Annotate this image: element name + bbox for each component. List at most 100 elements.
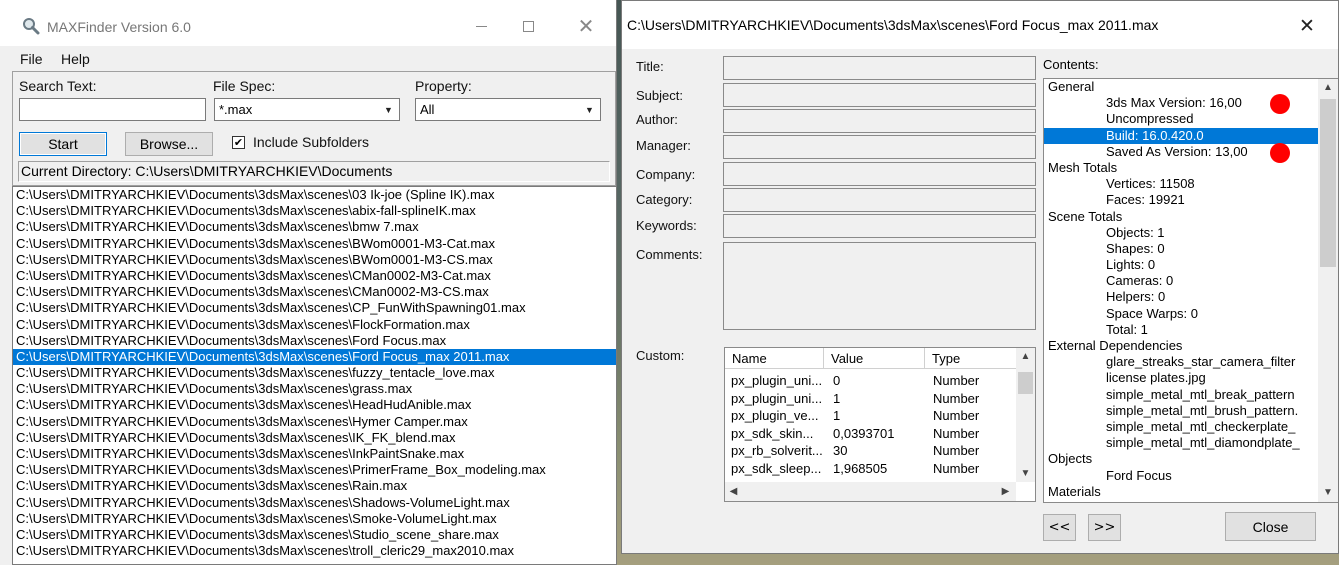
file-list-item[interactable]: C:\Users\DMITRYARCHKIEV\Documents\3dsMax… (13, 317, 616, 333)
column-header-value[interactable]: Value (824, 348, 925, 369)
close-dialog-button[interactable]: Close (1225, 512, 1316, 541)
manager-label: Manager: (636, 138, 691, 153)
chevron-down-icon[interactable]: ▼ (380, 101, 397, 118)
search-text-input[interactable] (19, 98, 206, 121)
tree-item[interactable]: Uncompressed (1044, 111, 1318, 127)
tree-item[interactable]: Total: 1 (1044, 322, 1318, 338)
file-list-item[interactable]: C:\Users\DMITRYARCHKIEV\Documents\3dsMax… (13, 462, 616, 478)
file-list-item[interactable]: C:\Users\DMITRYARCHKIEV\Documents\3dsMax… (13, 348, 616, 366)
file-list-item[interactable]: C:\Users\DMITRYARCHKIEV\Documents\3dsMax… (13, 430, 616, 446)
file-list-item[interactable]: C:\Users\DMITRYARCHKIEV\Documents\3dsMax… (13, 268, 616, 284)
menu-help[interactable]: Help (61, 51, 90, 67)
chevron-down-icon[interactable]: ▼ (581, 101, 598, 118)
title-bar[interactable]: MAXFinder Version 6.0 ✕ (0, 0, 616, 46)
file-list-item[interactable]: C:\Users\DMITRYARCHKIEV\Documents\3dsMax… (13, 252, 616, 268)
tree-item[interactable]: simple_metal_mtl_break_pattern (1044, 387, 1318, 403)
current-directory: Current Directory: C:\Users\DMITRYARCHKI… (18, 161, 610, 182)
tree-item-label: Helpers: 0 (1106, 289, 1166, 305)
tree-item[interactable]: Space Warps: 0 (1044, 306, 1318, 322)
menu-file[interactable]: File (20, 51, 43, 67)
contents-tree-rows: General 3ds Max Version: 16,00 Uncompresse… (1044, 79, 1318, 502)
contents-tree[interactable]: General 3ds Max Version: 16,00 Uncompresse… (1043, 78, 1338, 503)
start-button[interactable]: Start (19, 132, 107, 156)
maximize-button[interactable] (505, 10, 551, 42)
tree-group[interactable]: External Dependencies (1044, 338, 1318, 354)
previous-button[interactable]: << (1043, 514, 1076, 541)
minimize-button[interactable] (458, 10, 504, 42)
tree-group[interactable]: Scene Totals (1044, 209, 1318, 225)
tree-item[interactable]: 3ds Max Version: 16,00 (1044, 94, 1318, 115)
scroll-down-icon[interactable]: ▼ (1318, 484, 1338, 501)
scroll-down-icon[interactable]: ▼ (1016, 465, 1035, 482)
tree-item[interactable]: Shapes: 0 (1044, 241, 1318, 257)
file-list-item[interactable]: C:\Users\DMITRYARCHKIEV\Documents\3dsMax… (13, 478, 616, 494)
file-list-item[interactable]: C:\Users\DMITRYARCHKIEV\Documents\3dsMax… (13, 397, 616, 413)
tree-item[interactable]: simple_metal_mtl_diamondplate_ (1044, 435, 1318, 451)
scroll-thumb[interactable] (1018, 372, 1033, 394)
file-list-item[interactable]: C:\Users\DMITRYARCHKIEV\Documents\3dsMax… (13, 414, 616, 430)
file-list-item[interactable]: C:\Users\DMITRYARCHKIEV\Documents\3dsMax… (13, 527, 616, 543)
tree-item[interactable]: Build: 16.0.420.0 (1044, 127, 1318, 144)
file-list-item[interactable]: C:\Users\DMITRYARCHKIEV\Documents\3dsMax… (13, 333, 616, 349)
tree-item[interactable]: Faces: 19921 (1044, 192, 1318, 208)
file-list-item[interactable]: C:\Users\DMITRYARCHKIEV\Documents\3dsMax… (13, 446, 616, 462)
tree-item[interactable]: Ford Focus (1044, 468, 1318, 484)
scroll-up-icon[interactable]: ▲ (1318, 79, 1338, 96)
custom-property-row[interactable]: px_plugin_uni... 0 Number (725, 372, 1016, 390)
file-list-item[interactable]: C:\Users\DMITRYARCHKIEV\Documents\3dsMax… (13, 219, 616, 235)
tree-group[interactable]: Mesh Totals (1044, 160, 1318, 176)
tree-group[interactable]: General (1044, 79, 1318, 95)
column-header-name[interactable]: Name (725, 348, 824, 369)
custom-properties-grid[interactable]: Name Value Type px_plugin_uni... 0 Number p… (724, 347, 1036, 502)
column-header-type[interactable]: Type (925, 348, 1016, 369)
file-list-item[interactable]: C:\Users\DMITRYARCHKIEV\Documents\3dsMax… (13, 381, 616, 397)
tree-item-label: simple_metal_mtl_checkerplate_ (1106, 418, 1296, 434)
tree-item[interactable]: Vertices: 11508 (1044, 176, 1318, 192)
scroll-up-icon[interactable]: ▲ (1016, 348, 1035, 365)
tree-item[interactable]: Lights: 0 (1044, 257, 1318, 273)
next-button[interactable]: >> (1088, 514, 1121, 541)
tree-group[interactable]: Materials (1044, 484, 1318, 500)
close-button[interactable]: ✕ (563, 10, 609, 42)
dialog-title-bar[interactable]: C:\Users\DMITRYARCHKIEV\Documents\3dsMax… (622, 1, 1338, 49)
file-list-item[interactable]: C:\Users\DMITRYARCHKIEV\Documents\3dsMax… (13, 511, 616, 527)
custom-property-row[interactable]: px_plugin_ve... 1 Number (725, 407, 1016, 425)
file-list-item[interactable]: C:\Users\DMITRYARCHKIEV\Documents\3dsMax… (13, 187, 616, 203)
grid-vertical-scrollbar[interactable]: ▲ ▼ (1016, 348, 1035, 482)
file-list-item[interactable]: C:\Users\DMITRYARCHKIEV\Documents\3dsMax… (13, 203, 616, 219)
file-list-item[interactable]: C:\Users\DMITRYARCHKIEV\Documents\3dsMax… (13, 284, 616, 300)
custom-property-row[interactable]: px_rb_solverit... 30 Number (725, 442, 1016, 460)
tree-item[interactable]: Helpers: 0 (1044, 289, 1318, 305)
file-list[interactable]: C:\Users\DMITRYARCHKIEV\Documents\3dsMax… (12, 186, 616, 565)
tree-item[interactable]: Objects: 1 (1044, 225, 1318, 241)
file-list-item[interactable]: C:\Users\DMITRYARCHKIEV\Documents\3dsMax… (13, 495, 616, 511)
file-list-item[interactable]: C:\Users\DMITRYARCHKIEV\Documents\3dsMax… (13, 543, 616, 559)
scroll-thumb[interactable] (1320, 99, 1336, 267)
scroll-left-icon[interactable]: ◀ (725, 482, 742, 501)
tree-item[interactable]: Saved As Version: 13,00 (1044, 142, 1318, 163)
tree-group[interactable]: Objects (1044, 451, 1318, 467)
file-spec-combo[interactable]: *.max ▼ (214, 98, 400, 121)
grid-horizontal-scrollbar[interactable]: ◀ ▶ (725, 482, 1016, 501)
tree-item[interactable]: Cameras: 0 (1044, 273, 1318, 289)
tree-item[interactable]: simple_metal_mtl_checkerplate_ (1044, 419, 1318, 435)
dialog-close-button[interactable]: ✕ (1284, 13, 1330, 39)
contents-vertical-scrollbar[interactable]: ▲ ▼ (1318, 79, 1338, 502)
file-spec-value: *.max (219, 102, 253, 117)
file-list-item[interactable]: C:\Users\DMITRYARCHKIEV\Documents\3dsMax… (13, 236, 616, 252)
file-list-item[interactable]: C:\Users\DMITRYARCHKIEV\Documents\3dsMax… (13, 300, 616, 316)
include-subfolders-label[interactable]: Include Subfolders (253, 134, 369, 150)
tree-item-label: Objects: 1 (1106, 224, 1165, 240)
property-combo[interactable]: All ▼ (415, 98, 601, 121)
file-properties-dialog: C:\Users\DMITRYARCHKIEV\Documents\3dsMax… (621, 0, 1339, 554)
include-subfolders-checkbox[interactable]: ✔ (232, 136, 245, 149)
tree-item[interactable]: simple_metal_mtl_brush_pattern. (1044, 403, 1318, 419)
custom-property-row[interactable]: px_sdk_sleep... 1,968505 Number (725, 460, 1016, 478)
tree-item[interactable]: license plates.jpg (1044, 370, 1318, 386)
custom-property-row[interactable]: px_plugin_uni... 1 Number (725, 390, 1016, 408)
file-list-item[interactable]: C:\Users\DMITRYARCHKIEV\Documents\3dsMax… (13, 365, 616, 381)
custom-property-row[interactable]: px_sdk_skin... 0,0393701 Number (725, 425, 1016, 443)
tree-item[interactable]: glare_streaks_star_camera_filter (1044, 354, 1318, 370)
browse-button[interactable]: Browse... (125, 132, 213, 156)
scroll-right-icon[interactable]: ▶ (997, 482, 1014, 501)
